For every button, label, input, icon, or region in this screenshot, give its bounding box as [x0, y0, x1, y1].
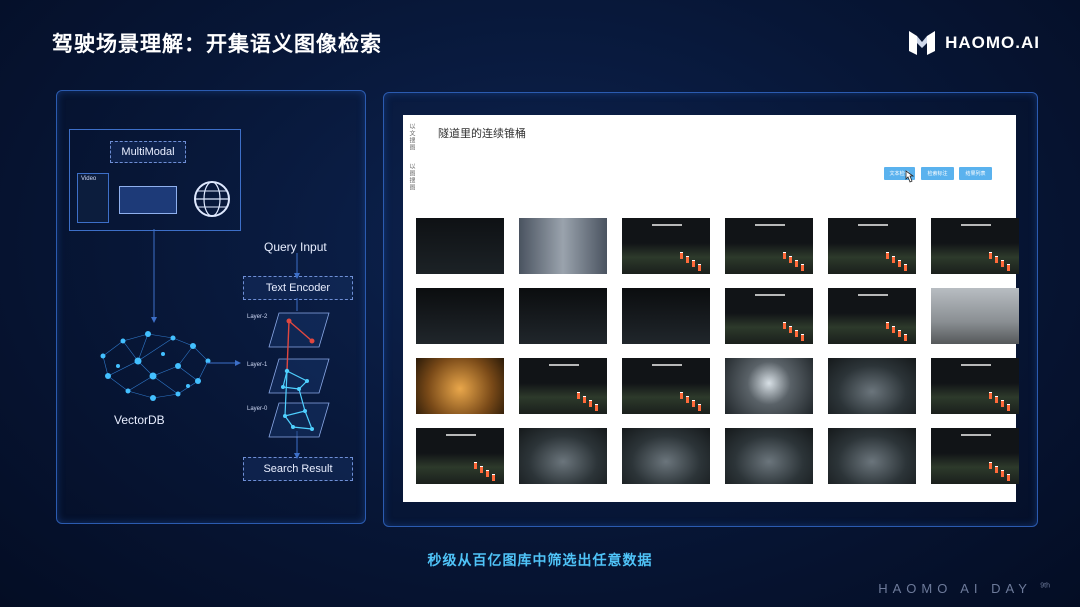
result-thumbnail[interactable] — [931, 218, 1019, 274]
traffic-cone-mark — [595, 404, 598, 411]
result-thumbnail[interactable] — [828, 428, 916, 484]
traffic-cone-mark — [1001, 470, 1004, 477]
result-thumbnail[interactable] — [519, 428, 607, 484]
result-thumbnail[interactable] — [725, 358, 813, 414]
traffic-cone-mark — [892, 256, 895, 263]
traffic-cone-mark — [886, 252, 889, 259]
mouse-cursor-icon — [905, 170, 915, 183]
traffic-cone-mark — [474, 462, 477, 469]
traffic-cone-mark — [898, 330, 901, 337]
search-query-text[interactable]: 隧道里的连续锥桶 — [438, 125, 526, 141]
result-thumbnail[interactable] — [931, 428, 1019, 484]
traffic-cone-mark — [680, 252, 683, 259]
result-thumbnail[interactable] — [828, 288, 916, 344]
traffic-cone-mark — [801, 334, 804, 341]
result-thumbnail[interactable] — [828, 358, 916, 414]
result-thumbnail[interactable] — [828, 218, 916, 274]
image-retrieval-app: 以文搜图 以图搜图 隧道里的连续锥桶 文本检索 检索标注 结果列表 — [403, 115, 1019, 502]
result-thumbnail[interactable] — [416, 218, 504, 274]
traffic-cone-mark — [1001, 260, 1004, 267]
slide-title: 驾驶场景理解：开集语义图像检索 — [52, 32, 382, 56]
result-image-grid — [416, 218, 1019, 484]
tunnel-light-mark — [961, 224, 991, 226]
logo: HAOMO.AI — [907, 28, 1040, 58]
tunnel-light-mark — [961, 434, 991, 436]
result-thumbnail[interactable] — [519, 358, 607, 414]
traffic-cone-mark — [783, 252, 786, 259]
traffic-cone-mark — [795, 330, 798, 337]
traffic-cone-mark — [898, 260, 901, 267]
traffic-cone-mark — [989, 462, 992, 469]
event-edition: 9th — [1040, 582, 1050, 590]
search-annotate-button[interactable]: 检索标注 — [921, 167, 954, 180]
traffic-cone-mark — [892, 326, 895, 333]
tunnel-light-mark — [755, 294, 785, 296]
traffic-cone-mark — [904, 264, 907, 271]
traffic-cone-mark — [789, 256, 792, 263]
result-thumbnail[interactable] — [416, 288, 504, 344]
logo-text: HAOMO.AI — [945, 33, 1040, 52]
tunnel-light-mark — [652, 224, 682, 226]
traffic-cone-mark — [995, 466, 998, 473]
traffic-cone-mark — [492, 474, 495, 481]
tunnel-light-mark — [755, 224, 785, 226]
event-footer-text: HAOMO AI DAY — [878, 581, 1032, 596]
result-thumbnail[interactable] — [519, 288, 607, 344]
traffic-cone-mark — [698, 404, 701, 411]
traffic-cone-mark — [801, 264, 804, 271]
result-thumbnail[interactable] — [931, 288, 1019, 344]
traffic-cone-mark — [583, 396, 586, 403]
result-thumbnail[interactable] — [725, 218, 813, 274]
traffic-cone-mark — [995, 256, 998, 263]
traffic-cone-mark — [480, 466, 483, 473]
result-thumbnail[interactable] — [622, 358, 710, 414]
hnsw-layers-graphic — [151, 229, 330, 459]
results-list-button[interactable]: 结果列表 — [959, 167, 992, 180]
result-thumbnail[interactable] — [519, 218, 607, 274]
traffic-cone-mark — [1001, 400, 1004, 407]
architecture-diagram-panel: MultiModal Video VectorDB Query Input Te… — [56, 90, 366, 524]
traffic-cone-mark — [789, 326, 792, 333]
traffic-cone-mark — [692, 400, 695, 407]
result-thumbnail[interactable] — [416, 358, 504, 414]
tab-text-to-image[interactable]: 以文搜图 — [407, 123, 416, 151]
traffic-cone-mark — [1007, 264, 1010, 271]
result-thumbnail[interactable] — [725, 288, 813, 344]
traffic-cone-mark — [686, 396, 689, 403]
result-thumbnail[interactable] — [622, 428, 710, 484]
traffic-cone-mark — [1007, 474, 1010, 481]
traffic-cone-mark — [795, 260, 798, 267]
traffic-cone-mark — [486, 470, 489, 477]
traffic-cone-mark — [995, 396, 998, 403]
tunnel-light-mark — [858, 294, 888, 296]
tunnel-light-mark — [961, 364, 991, 366]
traffic-cone-mark — [577, 392, 580, 399]
traffic-cone-mark — [783, 322, 786, 329]
result-thumbnail[interactable] — [416, 428, 504, 484]
tunnel-light-mark — [858, 224, 888, 226]
traffic-cone-mark — [904, 334, 907, 341]
traffic-cone-mark — [680, 392, 683, 399]
result-thumbnail[interactable] — [931, 358, 1019, 414]
tab-image-to-image[interactable]: 以图搜图 — [407, 163, 416, 191]
traffic-cone-mark — [686, 256, 689, 263]
haomo-logo-icon — [909, 31, 936, 55]
traffic-cone-mark — [1007, 404, 1010, 411]
result-thumbnail[interactable] — [622, 288, 710, 344]
tunnel-light-mark — [446, 434, 476, 436]
traffic-cone-mark — [886, 322, 889, 329]
slide-caption: 秒级从百亿图库中筛选出任意数据 — [427, 553, 653, 569]
tunnel-light-mark — [549, 364, 579, 366]
traffic-cone-mark — [989, 252, 992, 259]
result-thumbnail[interactable] — [725, 428, 813, 484]
tunnel-light-mark — [652, 364, 682, 366]
traffic-cone-mark — [989, 392, 992, 399]
result-thumbnail[interactable] — [622, 218, 710, 274]
event-footer: HAOMO AI DAY 9th — [878, 581, 1050, 596]
traffic-cone-mark — [692, 260, 695, 267]
traffic-cone-mark — [589, 400, 592, 407]
traffic-cone-mark — [698, 264, 701, 271]
